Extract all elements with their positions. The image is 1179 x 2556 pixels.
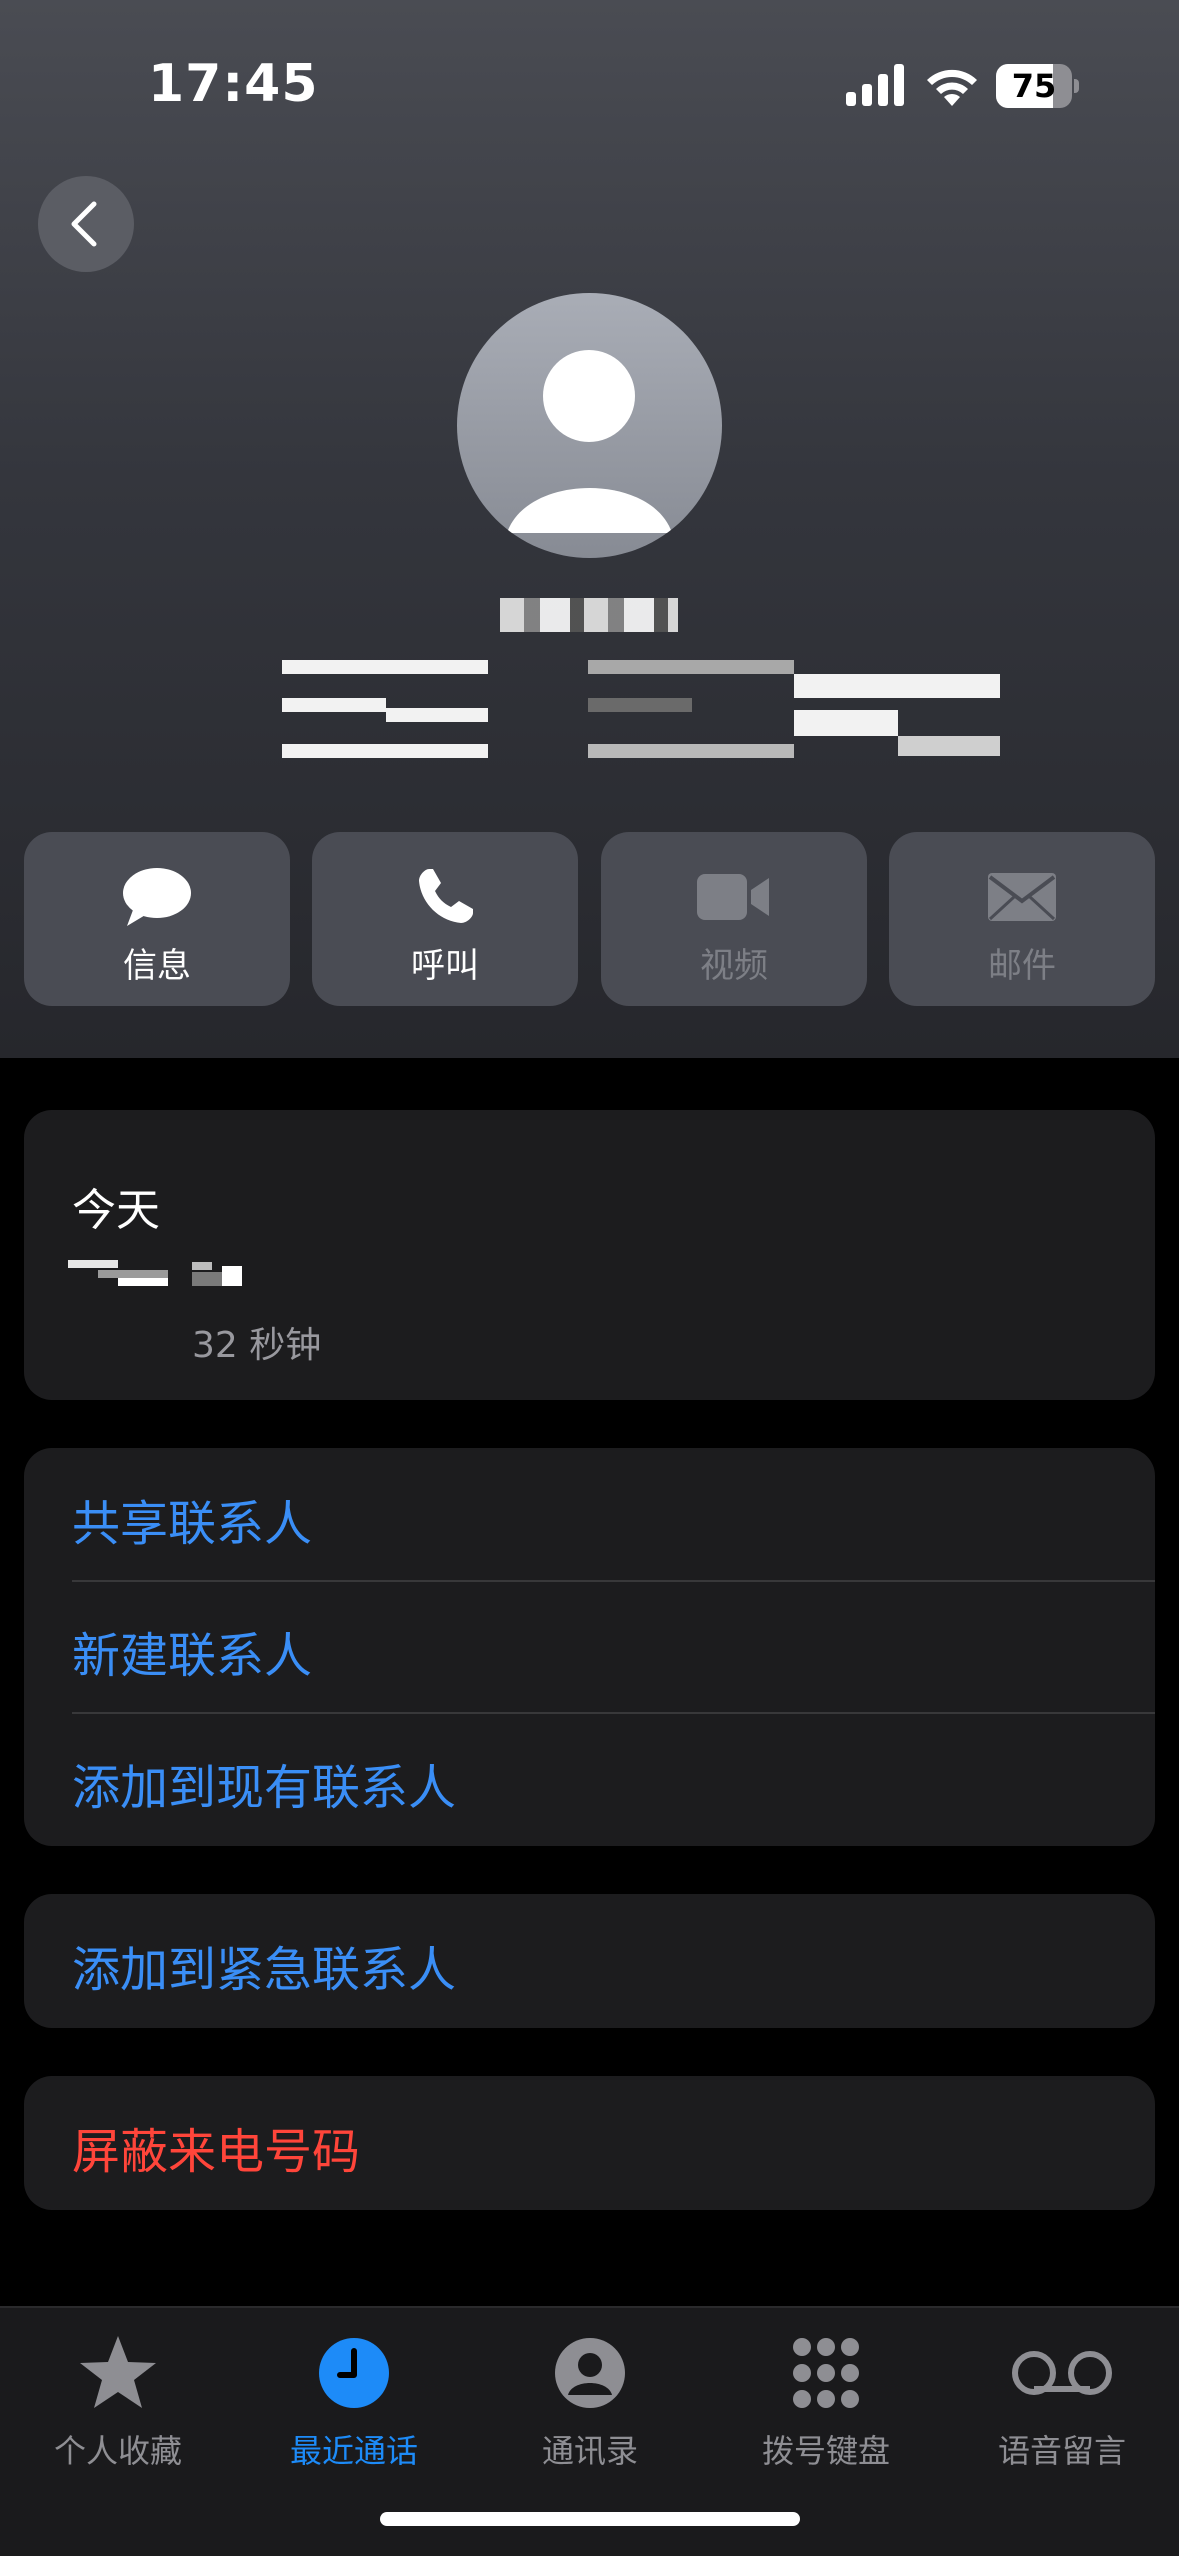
- cellular-signal-icon: [846, 64, 904, 106]
- emergency-card: 添加到紧急联系人: [24, 1894, 1155, 2028]
- back-button[interactable]: [38, 176, 134, 272]
- tab-contacts[interactable]: 通讯录: [472, 2308, 708, 2488]
- contact-header: 17:45 75 信息 呼叫 视频 邮件: [0, 0, 1179, 1058]
- tab-voicemail-label: 语音留言: [997, 2432, 1126, 2470]
- redacted-phone-number: [282, 660, 1002, 760]
- call-duration: 32 秒钟: [192, 1325, 322, 1366]
- video-button[interactable]: 视频: [601, 832, 867, 1006]
- call-label: 呼叫: [411, 946, 479, 986]
- message-icon: [123, 868, 191, 926]
- video-icon: [697, 874, 769, 920]
- tab-keypad[interactable]: 拨号键盘: [708, 2308, 944, 2488]
- tab-recents-label: 最近通话: [289, 2432, 418, 2470]
- new-contact-button[interactable]: 新建联系人: [72, 1616, 312, 1686]
- phone-icon: [419, 869, 473, 923]
- call-history-card: 今天 32 秒钟: [24, 1110, 1155, 1400]
- star-icon: [80, 2336, 156, 2408]
- redacted-contact-name: [500, 598, 678, 632]
- keypad-icon: [793, 2338, 859, 2408]
- voicemail-icon: [1012, 2351, 1112, 2395]
- tab-voicemail[interactable]: 语音留言: [944, 2308, 1179, 2488]
- call-button[interactable]: 呼叫: [312, 832, 578, 1006]
- mail-button[interactable]: 邮件: [889, 832, 1155, 1006]
- clock-icon: [319, 2338, 389, 2408]
- battery-level: 75: [1011, 67, 1057, 105]
- share-contact-button[interactable]: 共享联系人: [72, 1484, 312, 1554]
- divider: [72, 1580, 1155, 1582]
- status-time: 17:45: [148, 54, 319, 114]
- chevron-left-icon: [71, 201, 97, 247]
- tab-favorites[interactable]: 个人收藏: [0, 2308, 236, 2488]
- contacts-icon: [555, 2338, 625, 2408]
- contact-options-card: 共享联系人 新建联系人 添加到现有联系人: [24, 1448, 1155, 1846]
- block-caller-button[interactable]: 屏蔽来电号码: [72, 2112, 360, 2182]
- tab-recents[interactable]: 最近通话: [236, 2308, 472, 2488]
- add-to-existing-contact-button[interactable]: 添加到现有联系人: [72, 1748, 456, 1818]
- battery-icon: 75: [996, 64, 1079, 108]
- contact-avatar: [457, 293, 722, 558]
- tab-favorites-label: 个人收藏: [53, 2432, 182, 2470]
- call-day: 今天: [72, 1185, 160, 1236]
- message-button[interactable]: 信息: [24, 832, 290, 1006]
- tab-keypad-label: 拨号键盘: [761, 2432, 890, 2470]
- divider: [72, 1712, 1155, 1714]
- person-silhouette-icon: [507, 350, 672, 533]
- add-to-emergency-contacts-button[interactable]: 添加到紧急联系人: [72, 1930, 456, 2000]
- redacted-call-time: [68, 1260, 294, 1286]
- mail-icon: [988, 873, 1056, 921]
- home-indicator[interactable]: [380, 2512, 800, 2526]
- mail-label: 邮件: [988, 946, 1056, 986]
- wifi-icon: [927, 69, 977, 106]
- block-card: 屏蔽来电号码: [24, 2076, 1155, 2210]
- message-label: 信息: [123, 946, 191, 986]
- video-label: 视频: [700, 946, 768, 986]
- tab-contacts-label: 通讯录: [541, 2432, 638, 2470]
